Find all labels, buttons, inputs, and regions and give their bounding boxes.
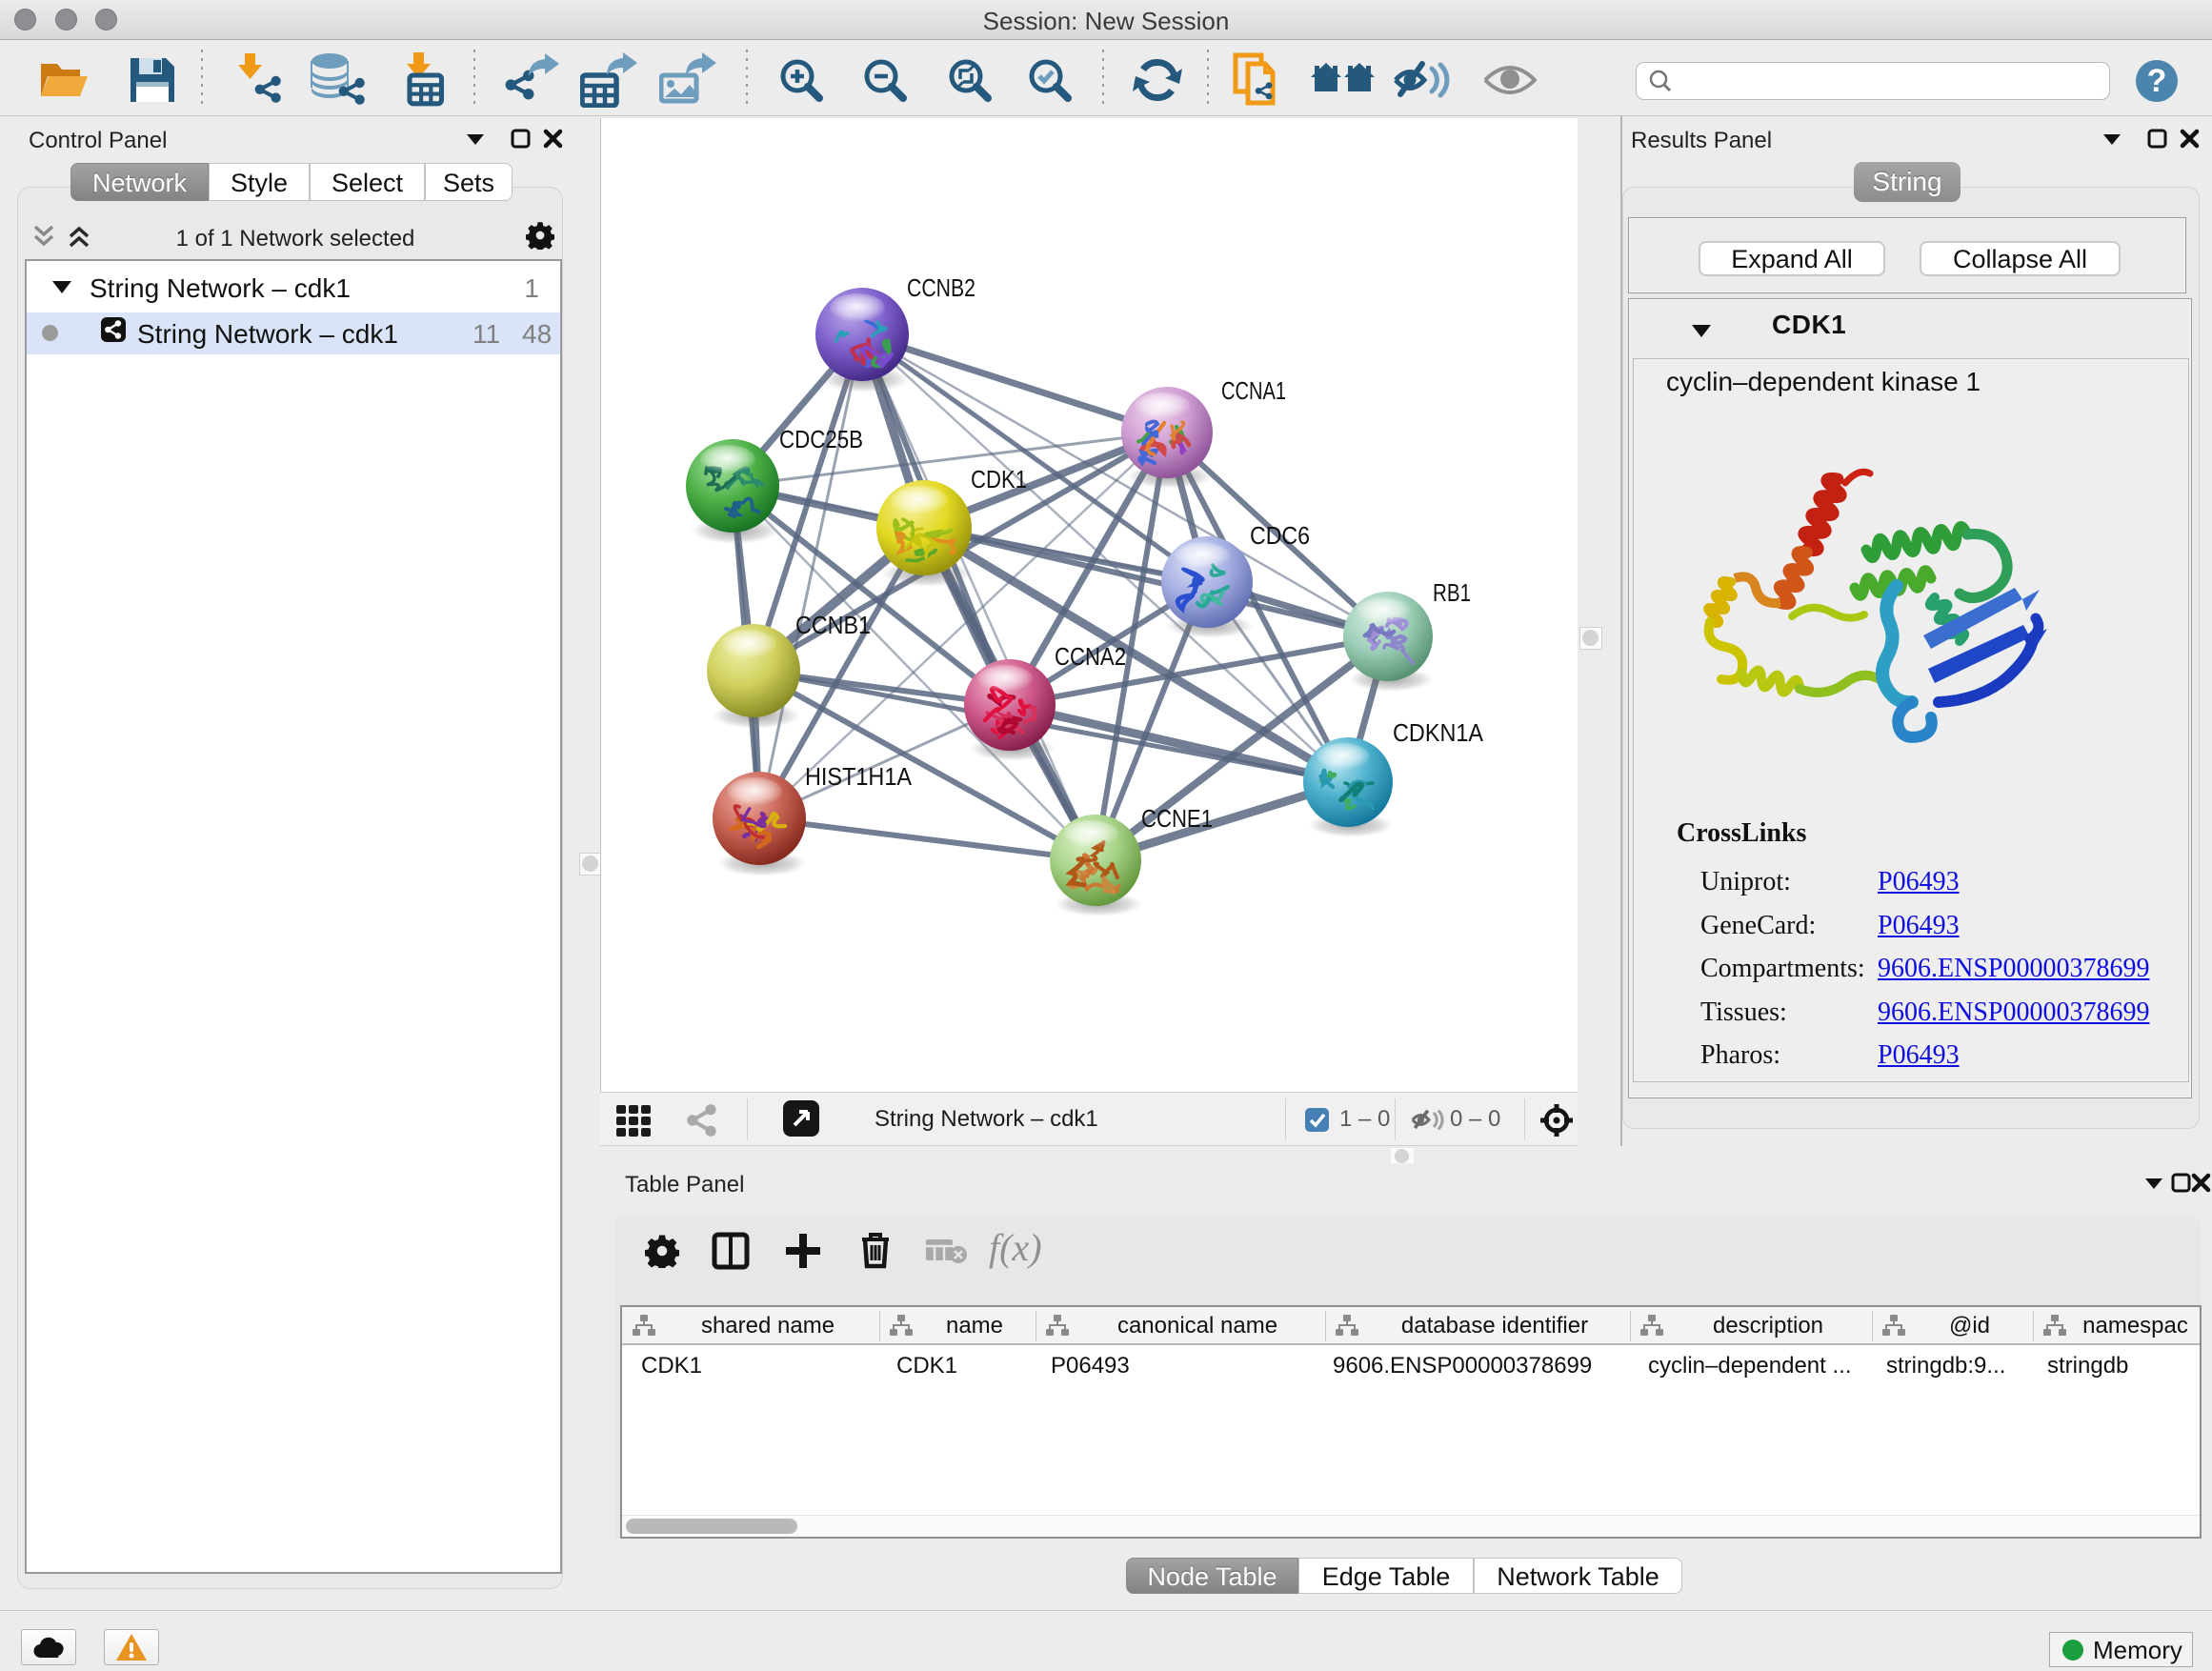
svg-text:CDK1: CDK1 xyxy=(971,465,1027,493)
svg-text:RB1: RB1 xyxy=(1433,578,1471,607)
svg-text:CDC6: CDC6 xyxy=(1250,521,1310,550)
svg-text:CCNA1: CCNA1 xyxy=(1221,376,1286,405)
svg-text:HIST1H1A: HIST1H1A xyxy=(805,762,913,791)
svg-text:CCNB2: CCNB2 xyxy=(907,273,975,302)
svg-text:CDC25B: CDC25B xyxy=(779,425,863,453)
svg-text:CCNB1: CCNB1 xyxy=(795,611,871,639)
svg-text:CDKN1A: CDKN1A xyxy=(1393,718,1484,747)
svg-text:CCNE1: CCNE1 xyxy=(1141,804,1213,833)
svg-text:CCNA2: CCNA2 xyxy=(1055,642,1126,671)
